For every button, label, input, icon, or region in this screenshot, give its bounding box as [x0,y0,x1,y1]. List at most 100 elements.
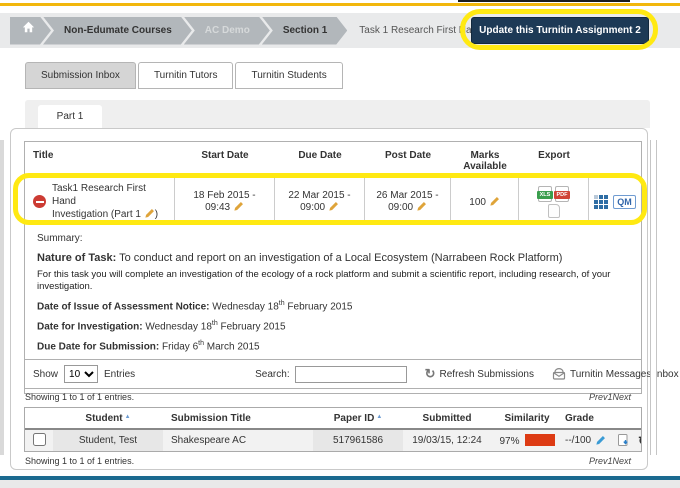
paper-id: 517961586 [313,430,403,451]
pager-prev[interactable]: Prev [589,456,608,466]
search-input[interactable] [294,365,407,383]
export-cell: XLS PDF [519,178,589,225]
col-header-submitted[interactable]: Submitted [403,413,491,424]
assignment-title-close: ) [154,209,159,220]
due-date-line1: 22 Mar 2015 - [288,190,351,201]
tab-bar: Submission Inbox Turnitin Tutors Turniti… [25,62,345,89]
show-label: Show [33,368,59,380]
rubric-grid-icon[interactable] [594,194,609,209]
entries-label: Entries [104,368,136,380]
marks-cell: 100 [451,178,519,225]
update-assignment-button[interactable]: Update this Turnitin Assignment 2 [471,17,649,44]
showing-info-bottom: Showing 1 to 1 of 1 entries. [25,456,135,466]
quickmark-button[interactable]: QM [613,194,636,209]
export-original-file-icon[interactable] [547,203,560,218]
summary-heading: Summary: [37,233,83,244]
start-date-cell: 18 Feb 2015 - 09:43 [175,178,275,225]
col-header-export: Export [538,150,570,161]
col-header-start-date: Start Date [201,150,249,161]
download-submission-icon[interactable] [618,434,629,447]
tab-part-1[interactable]: Part 1 [38,105,102,128]
tab-turnitin-students[interactable]: Turnitin Students [235,62,343,89]
assignment-title-2: Investigation (Part 1 [52,209,141,220]
mail-icon [552,368,566,380]
tab-submission-inbox[interactable]: Submission Inbox [25,62,136,89]
edit-marks-icon[interactable] [489,196,500,207]
refresh-icon: ↻ [424,366,436,381]
edit-title-icon[interactable] [144,208,155,219]
submissions-table: Student ▲ Submission Title Paper ID ▲ Subm… [24,407,642,452]
col-header-grade[interactable]: Grade [563,413,641,424]
page-scrollbar-track[interactable] [650,140,657,455]
col-header-similarity[interactable]: Similarity [491,413,563,424]
col-header-marks-available: Marks Available [463,150,507,172]
col-header-student[interactable]: Student ▲ [53,413,163,424]
col-header-submission-title[interactable]: Submission Title [163,413,313,424]
messages-inbox-label: Turnitin Messages Inbox (1) [570,368,680,380]
refresh-submissions-button[interactable]: ↻ Refresh Submissions [425,366,534,382]
issue-date-label: Date of Issue of Assessment Notice: [37,301,210,313]
col-header-paper-id[interactable]: Paper ID ▲ [313,413,403,424]
sort-asc-icon: ▲ [124,413,131,420]
tools-cell: QM [589,178,641,225]
submission-title[interactable]: Shakespeare AC [163,435,313,446]
edit-grade-icon[interactable] [595,435,606,446]
post-date-line1: 26 Mar 2015 - [376,190,439,201]
marks-value: 100 [469,196,486,208]
similarity-score-bar[interactable] [524,434,555,446]
top-gold-line [0,3,680,6]
issue-date-day: Wednesday 18 [209,301,279,313]
breadcrumb-item-courses[interactable]: Non-Edumate Courses [43,17,192,45]
post-date-cell: 26 Mar 2015 - 09:00 [365,178,451,225]
export-xls-icon[interactable]: XLS [537,185,553,202]
breadcrumb-item-ac-demo: AC Demo [184,17,270,45]
issue-date-rest: February 2015 [284,301,353,313]
submission-due-rest: March 2015 [204,340,260,352]
entries-per-page-select[interactable]: 10 [64,365,99,383]
assignment-table-header: Title Start Date Due Date Post Date Mark… [25,142,641,178]
export-pdf-icon[interactable]: PDF [554,185,570,202]
breadcrumb-item-section[interactable]: Section 1 [262,17,347,45]
assignment-title: Task1 Research First Hand [52,183,146,207]
investigation-date-day: Wednesday 18 [142,321,212,333]
tab-turnitin-tutors[interactable]: Turnitin Tutors [137,62,234,89]
start-date-line2: 09:43 [205,202,231,213]
submissions-toolbar: Show 10 Entries Search: ↻ Refresh Submis… [24,359,680,389]
update-assignment-button-label: Update this Turnitin Assignment 2 [479,25,641,36]
start-date-line1: 18 Feb 2015 - [193,190,256,201]
pager-next[interactable]: Next [612,456,631,466]
assignment-row: Task1 Research First Hand Investigation … [25,178,641,225]
submissions-table-header: Student ▲ Submission Title Paper ID ▲ Subm… [25,408,641,430]
pager-next[interactable]: Next [612,392,631,402]
breadcrumb-label: Non-Edumate Courses [64,24,172,36]
pdf-band: PDF [554,190,570,199]
grade-cell: --/100 ↻ [563,434,641,447]
assignment-title-cell: Task1 Research First Hand Investigation … [25,178,175,225]
tab-label: Turnitin Students [251,70,327,81]
breadcrumb-home[interactable] [10,17,51,45]
col-header-post-date: Post Date [384,150,432,161]
footer-band [0,480,680,488]
edit-start-date-icon[interactable] [233,201,244,212]
due-date-line2: 09:00 [300,202,326,213]
sort-asc-icon: ▲ [376,413,383,420]
edit-post-date-icon[interactable] [416,201,427,212]
refresh-submission-icon[interactable]: ↻ [638,435,641,447]
col-header-tools [589,142,641,177]
similarity-cell: 97% [491,434,563,447]
col-header-due-date: Due Date [298,150,342,161]
investigation-date-label: Date for Investigation: [37,321,143,333]
nature-of-task-text: To conduct and report on an investigatio… [116,251,563,264]
page-left-edge [0,140,4,455]
task-description: For this task you will complete an inves… [37,269,611,293]
top-border-segment [458,0,630,2]
grade-value: --/100 [565,435,592,446]
investigation-date-rest: February 2015 [217,321,286,333]
submission-row: Student, Test Shakespeare AC 517961586 1… [25,430,641,451]
edit-due-date-icon[interactable] [328,201,339,212]
submitted-date: 19/03/15, 12:24 [412,435,482,446]
messages-inbox-button[interactable]: Turnitin Messages Inbox (1) [552,368,680,380]
row-select-checkbox[interactable] [32,432,46,446]
breadcrumb-label: Section 1 [282,24,328,36]
pager-prev[interactable]: Prev [589,392,608,402]
